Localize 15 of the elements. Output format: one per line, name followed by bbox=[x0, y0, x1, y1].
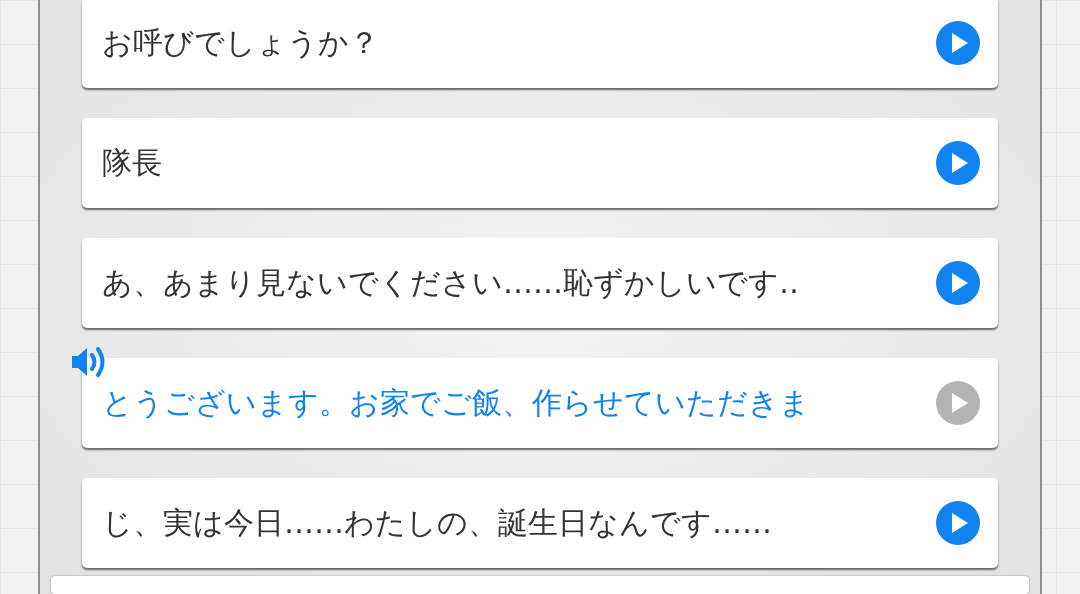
voice-line-text: とうございます。お家でご飯、作らせていただきま bbox=[102, 383, 810, 422]
play-icon[interactable] bbox=[936, 21, 980, 65]
voice-line-card[interactable]: あ、あまり見ないでください……恥ずかしいです‥ bbox=[82, 238, 998, 328]
play-icon[interactable] bbox=[936, 261, 980, 305]
voice-line-card[interactable]: とうございます。お家でご飯、作らせていただきま bbox=[82, 358, 998, 448]
voice-line-card[interactable]: じ、実は今日……わたしの、誕生日なんです…… bbox=[82, 478, 998, 568]
voice-line-text: あ、あまり見ないでください……恥ずかしいです‥ bbox=[102, 263, 800, 302]
play-icon[interactable] bbox=[936, 501, 980, 545]
voice-line-card[interactable]: 隊長 bbox=[82, 118, 998, 208]
voice-line-card[interactable]: お呼びでしょうか？ bbox=[82, 0, 998, 88]
play-icon[interactable] bbox=[936, 141, 980, 185]
voice-line-text: じ、実は今日……わたしの、誕生日なんです…… bbox=[102, 503, 772, 542]
voice-line-text: お呼びでしょうか？ bbox=[102, 23, 379, 62]
voice-line-text: 隊長 bbox=[102, 143, 162, 182]
play-icon[interactable] bbox=[936, 381, 980, 425]
